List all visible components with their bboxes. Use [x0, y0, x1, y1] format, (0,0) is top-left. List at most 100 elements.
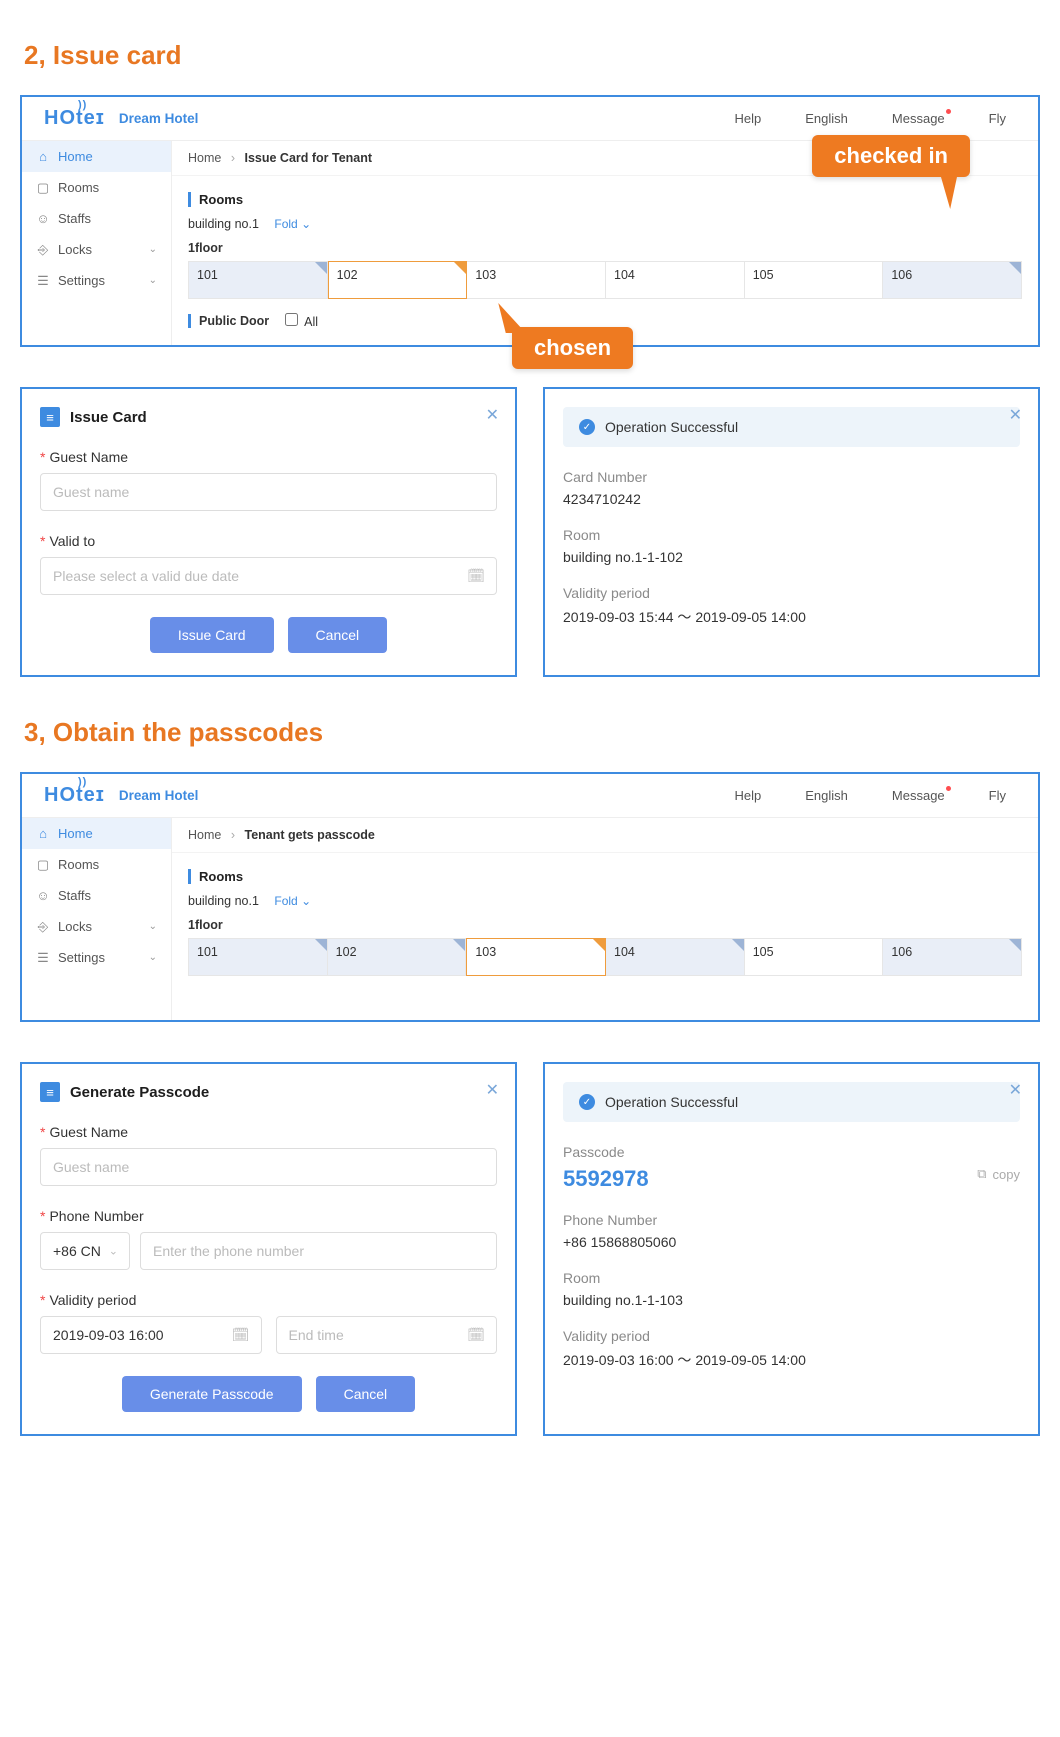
sidebar-item-settings[interactable]: ☰Settings⌄ — [22, 942, 171, 973]
phone-input[interactable] — [140, 1232, 497, 1270]
card-number-value: 4234710242 — [563, 491, 1020, 507]
room-row: 101102103104105106 — [188, 261, 1022, 299]
guest-name-label: Guest Name — [49, 1124, 128, 1140]
breadcrumb-root[interactable]: Home — [188, 828, 221, 842]
success-text: Operation Successful — [605, 419, 738, 435]
passcode-result-panel: ✕ ✓ Operation Successful Passcode 559297… — [543, 1062, 1040, 1436]
close-icon[interactable]: ✕ — [1009, 405, 1022, 425]
nav-message[interactable]: Message — [892, 111, 945, 126]
room-cell-102[interactable]: 102 — [328, 938, 467, 976]
sidebar-item-locks[interactable]: ⎆Locks⌄ — [22, 911, 171, 942]
guest-name-label: Guest Name — [49, 449, 128, 465]
sidebar-item-label: Staffs — [58, 211, 91, 226]
sidebar-item-label: Rooms — [58, 180, 99, 195]
copy-button[interactable]: ⧉copy — [977, 1166, 1020, 1182]
calendar-icon[interactable]: 🗓 — [467, 568, 485, 585]
cancel-button[interactable]: Cancel — [316, 1376, 416, 1412]
room-label: Room — [563, 1270, 1020, 1286]
guest-name-input[interactable] — [40, 1148, 497, 1186]
room-cell-104[interactable]: 104 — [606, 938, 745, 976]
room-cell-103[interactable]: 103 — [467, 261, 606, 299]
room-cell-105[interactable]: 105 — [745, 938, 884, 976]
nav-message[interactable]: Message — [892, 788, 945, 803]
sidebar-item-home[interactable]: ⌂ Home — [22, 818, 171, 849]
nav-lang[interactable]: English — [805, 788, 848, 803]
sidebar-item-settings[interactable]: ☰Settings⌄ — [22, 265, 171, 296]
close-icon[interactable]: ✕ — [486, 1080, 499, 1100]
copy-icon: ⧉ — [977, 1166, 986, 1182]
sidebar: ⌂Home ▢Rooms ☺Staffs ⎆Locks⌄ ☰Settings⌄ — [22, 141, 172, 345]
guest-name-input[interactable] — [40, 473, 497, 511]
sidebar-item-label: Settings — [58, 950, 105, 965]
hotel-name: Dream Hotel — [119, 788, 199, 803]
staffs-icon: ☺ — [36, 212, 50, 226]
section-title-3: 3, Obtain the passcodes — [24, 717, 1040, 748]
room-cell-105[interactable]: 105 — [745, 261, 884, 299]
sidebar-item-home[interactable]: ⌂Home — [22, 141, 171, 172]
check-icon: ✓ — [579, 1094, 595, 1110]
generate-passcode-button[interactable]: Generate Passcode — [122, 1376, 302, 1412]
issue-card-button[interactable]: Issue Card — [150, 617, 274, 653]
sidebar-item-label: Settings — [58, 273, 105, 288]
rooms-section-label: Rooms — [188, 869, 1022, 884]
success-banner: ✓ Operation Successful — [563, 1082, 1020, 1122]
chevron-down-icon: ⌄ — [301, 217, 311, 231]
building-name: building no.1 — [188, 894, 259, 908]
room-cell-101[interactable]: 101 — [188, 938, 328, 976]
room-cell-106[interactable]: 106 — [883, 261, 1022, 299]
calendar-icon[interactable]: 🗓 — [232, 1327, 250, 1344]
room-cell-101[interactable]: 101 — [188, 261, 328, 299]
rooms-icon: ▢ — [36, 181, 50, 195]
nav-help[interactable]: Help — [735, 788, 762, 803]
all-checkbox[interactable]: All — [285, 313, 318, 329]
validity-value: 2019-09-03 15:44 ～ 2019-09-05 14:00 — [563, 607, 1020, 627]
fold-toggle[interactable]: Fold ⌄ — [274, 217, 311, 231]
app-header: HO))teɪ Dream Hotel Help English Message… — [22, 774, 1038, 818]
sidebar-item-staffs[interactable]: ☺Staffs — [22, 880, 171, 911]
cancel-button[interactable]: Cancel — [288, 617, 388, 653]
breadcrumb-current: Tenant gets passcode — [244, 828, 374, 842]
hotel-name: Dream Hotel — [119, 111, 199, 126]
check-icon: ✓ — [579, 419, 595, 435]
hotel-app-section3: HO))teɪ Dream Hotel Help English Message… — [20, 772, 1040, 1022]
phone-label: Phone Number — [563, 1212, 1020, 1228]
sidebar-item-label: Rooms — [58, 857, 99, 872]
nav-lang[interactable]: English — [805, 111, 848, 126]
room-cell-102[interactable]: 102 — [328, 261, 468, 299]
start-time-input[interactable] — [40, 1316, 262, 1354]
sidebar-item-label: Home — [58, 826, 93, 841]
sidebar-item-label: Locks — [58, 242, 92, 257]
sidebar-item-label: Staffs — [58, 888, 91, 903]
building-name: building no.1 — [188, 217, 259, 231]
close-icon[interactable]: ✕ — [1009, 1080, 1022, 1100]
sidebar-item-staffs[interactable]: ☺ Staffs — [22, 203, 171, 234]
chevron-down-icon: ⌄ — [149, 275, 157, 286]
nav-user[interactable]: Fly — [989, 111, 1006, 126]
section-title-2: 2, Issue card — [24, 40, 1040, 71]
success-text: Operation Successful — [605, 1094, 738, 1110]
issue-card-result-panel: ✕ ✓ Operation Successful Card Number 423… — [543, 387, 1040, 677]
nav-help[interactable]: Help — [735, 111, 762, 126]
passcode-label: Passcode — [563, 1144, 1020, 1160]
sidebar-item-locks[interactable]: ⎆Locks⌄ — [22, 234, 171, 265]
phone-value: +86 15868805060 — [563, 1234, 1020, 1250]
room-cell-106[interactable]: 106 — [883, 938, 1022, 976]
room-label: Room — [563, 527, 1020, 543]
validity-value: 2019-09-03 16:00 ～ 2019-09-05 14:00 — [563, 1350, 1020, 1370]
home-icon: ⌂ — [36, 150, 50, 164]
end-time-input[interactable] — [276, 1316, 498, 1354]
room-cell-103[interactable]: 103 — [466, 938, 606, 976]
breadcrumb-root[interactable]: Home — [188, 151, 221, 165]
valid-to-input[interactable] — [40, 557, 497, 595]
locks-icon: ⎆ — [36, 920, 50, 934]
room-cell-104[interactable]: 104 — [606, 261, 745, 299]
sidebar-item-rooms[interactable]: ▢Rooms — [22, 849, 171, 880]
calendar-icon[interactable]: 🗓 — [467, 1327, 485, 1344]
nav-user[interactable]: Fly — [989, 788, 1006, 803]
home-icon: ⌂ — [36, 827, 50, 841]
success-banner: ✓ Operation Successful — [563, 407, 1020, 447]
fold-toggle[interactable]: Fold ⌄ — [274, 894, 311, 908]
sidebar-item-rooms[interactable]: ▢ Rooms — [22, 172, 171, 203]
generate-passcode-panel: ✕ ≡ Generate Passcode *Guest Name *Phone… — [20, 1062, 517, 1436]
close-icon[interactable]: ✕ — [486, 405, 499, 425]
